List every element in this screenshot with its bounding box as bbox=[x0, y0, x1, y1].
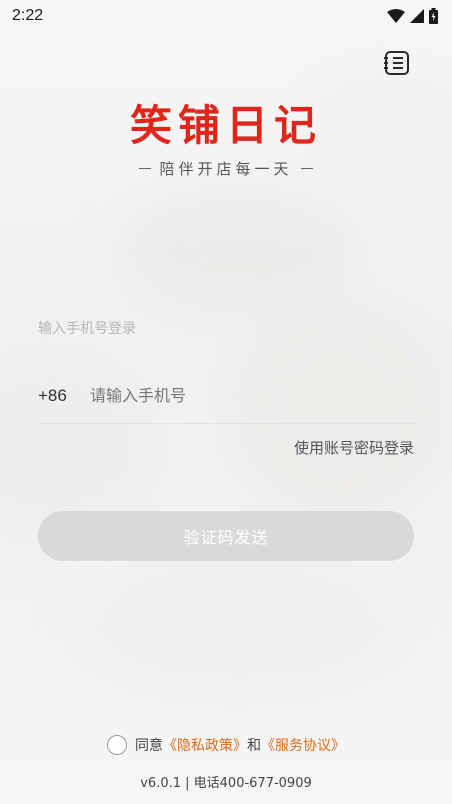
agree-prefix: 同意 bbox=[135, 738, 163, 754]
status-time: 2:22 bbox=[12, 7, 44, 24]
privacy-policy-link[interactable]: 《隐私政策》 bbox=[163, 735, 247, 755]
menu-button[interactable] bbox=[382, 48, 412, 78]
slogan-dash-left bbox=[139, 168, 152, 169]
wifi-icon bbox=[387, 9, 405, 23]
status-bar: 2:22 bbox=[0, 0, 452, 32]
phone-field-row: +86 bbox=[38, 368, 414, 424]
phone-input[interactable] bbox=[90, 386, 390, 405]
agreement-row: 同意 《隐私政策》 和 《服务协议》 bbox=[0, 735, 452, 755]
agree-checkbox[interactable] bbox=[107, 735, 127, 755]
slogan-dash-right bbox=[300, 168, 313, 169]
brand-header: 笑铺日记 陪伴开店每一天 bbox=[0, 98, 452, 179]
service-agreement-link[interactable]: 《服务协议》 bbox=[261, 735, 345, 755]
battery-icon bbox=[429, 8, 438, 24]
country-code[interactable]: +86 bbox=[38, 386, 90, 406]
agree-and: 和 bbox=[247, 738, 261, 754]
version-info: v6.0.1 | 电话400-677-0909 bbox=[140, 776, 312, 791]
phone-login-hint: 输入手机号登录 bbox=[38, 321, 136, 337]
slogan-text: 陪伴开店每一天 bbox=[159, 160, 293, 178]
slogan: 陪伴开店每一天 bbox=[0, 158, 452, 179]
signal-icon bbox=[410, 9, 424, 23]
app-logo: 笑铺日记 bbox=[129, 101, 322, 150]
list-menu-icon bbox=[384, 51, 409, 75]
send-code-button[interactable]: 验证码发送 bbox=[38, 511, 414, 561]
password-login-link[interactable]: 使用账号密码登录 bbox=[294, 437, 414, 458]
status-icons bbox=[387, 8, 438, 24]
